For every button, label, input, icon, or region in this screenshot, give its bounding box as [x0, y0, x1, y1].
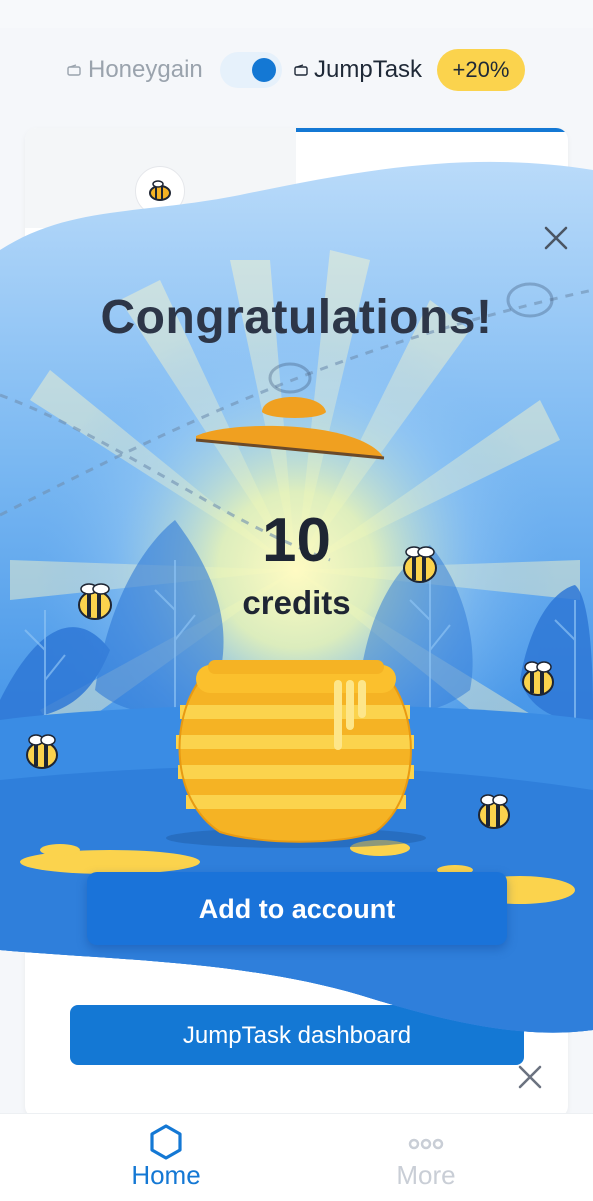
reward-unit: credits — [242, 584, 351, 621]
nav-more[interactable]: More — [351, 1114, 501, 1201]
reward-amount: 10 — [262, 506, 331, 575]
nav-home-label: Home — [131, 1160, 201, 1190]
nav-more-label: More — [396, 1160, 456, 1190]
more-dots-icon — [408, 1138, 444, 1150]
nav-home[interactable]: Home — [91, 1114, 241, 1201]
close-icon[interactable] — [541, 223, 571, 253]
reward-modal: Congratulations! 10 credits Add to accou… — [0, 0, 593, 1040]
modal-title: Congratulations! — [100, 291, 493, 344]
add-to-account-button[interactable]: Add to account — [87, 872, 507, 945]
close-icon[interactable] — [516, 1063, 544, 1091]
bottom-nav: Home More — [0, 1113, 593, 1201]
hexagon-icon — [150, 1124, 182, 1160]
